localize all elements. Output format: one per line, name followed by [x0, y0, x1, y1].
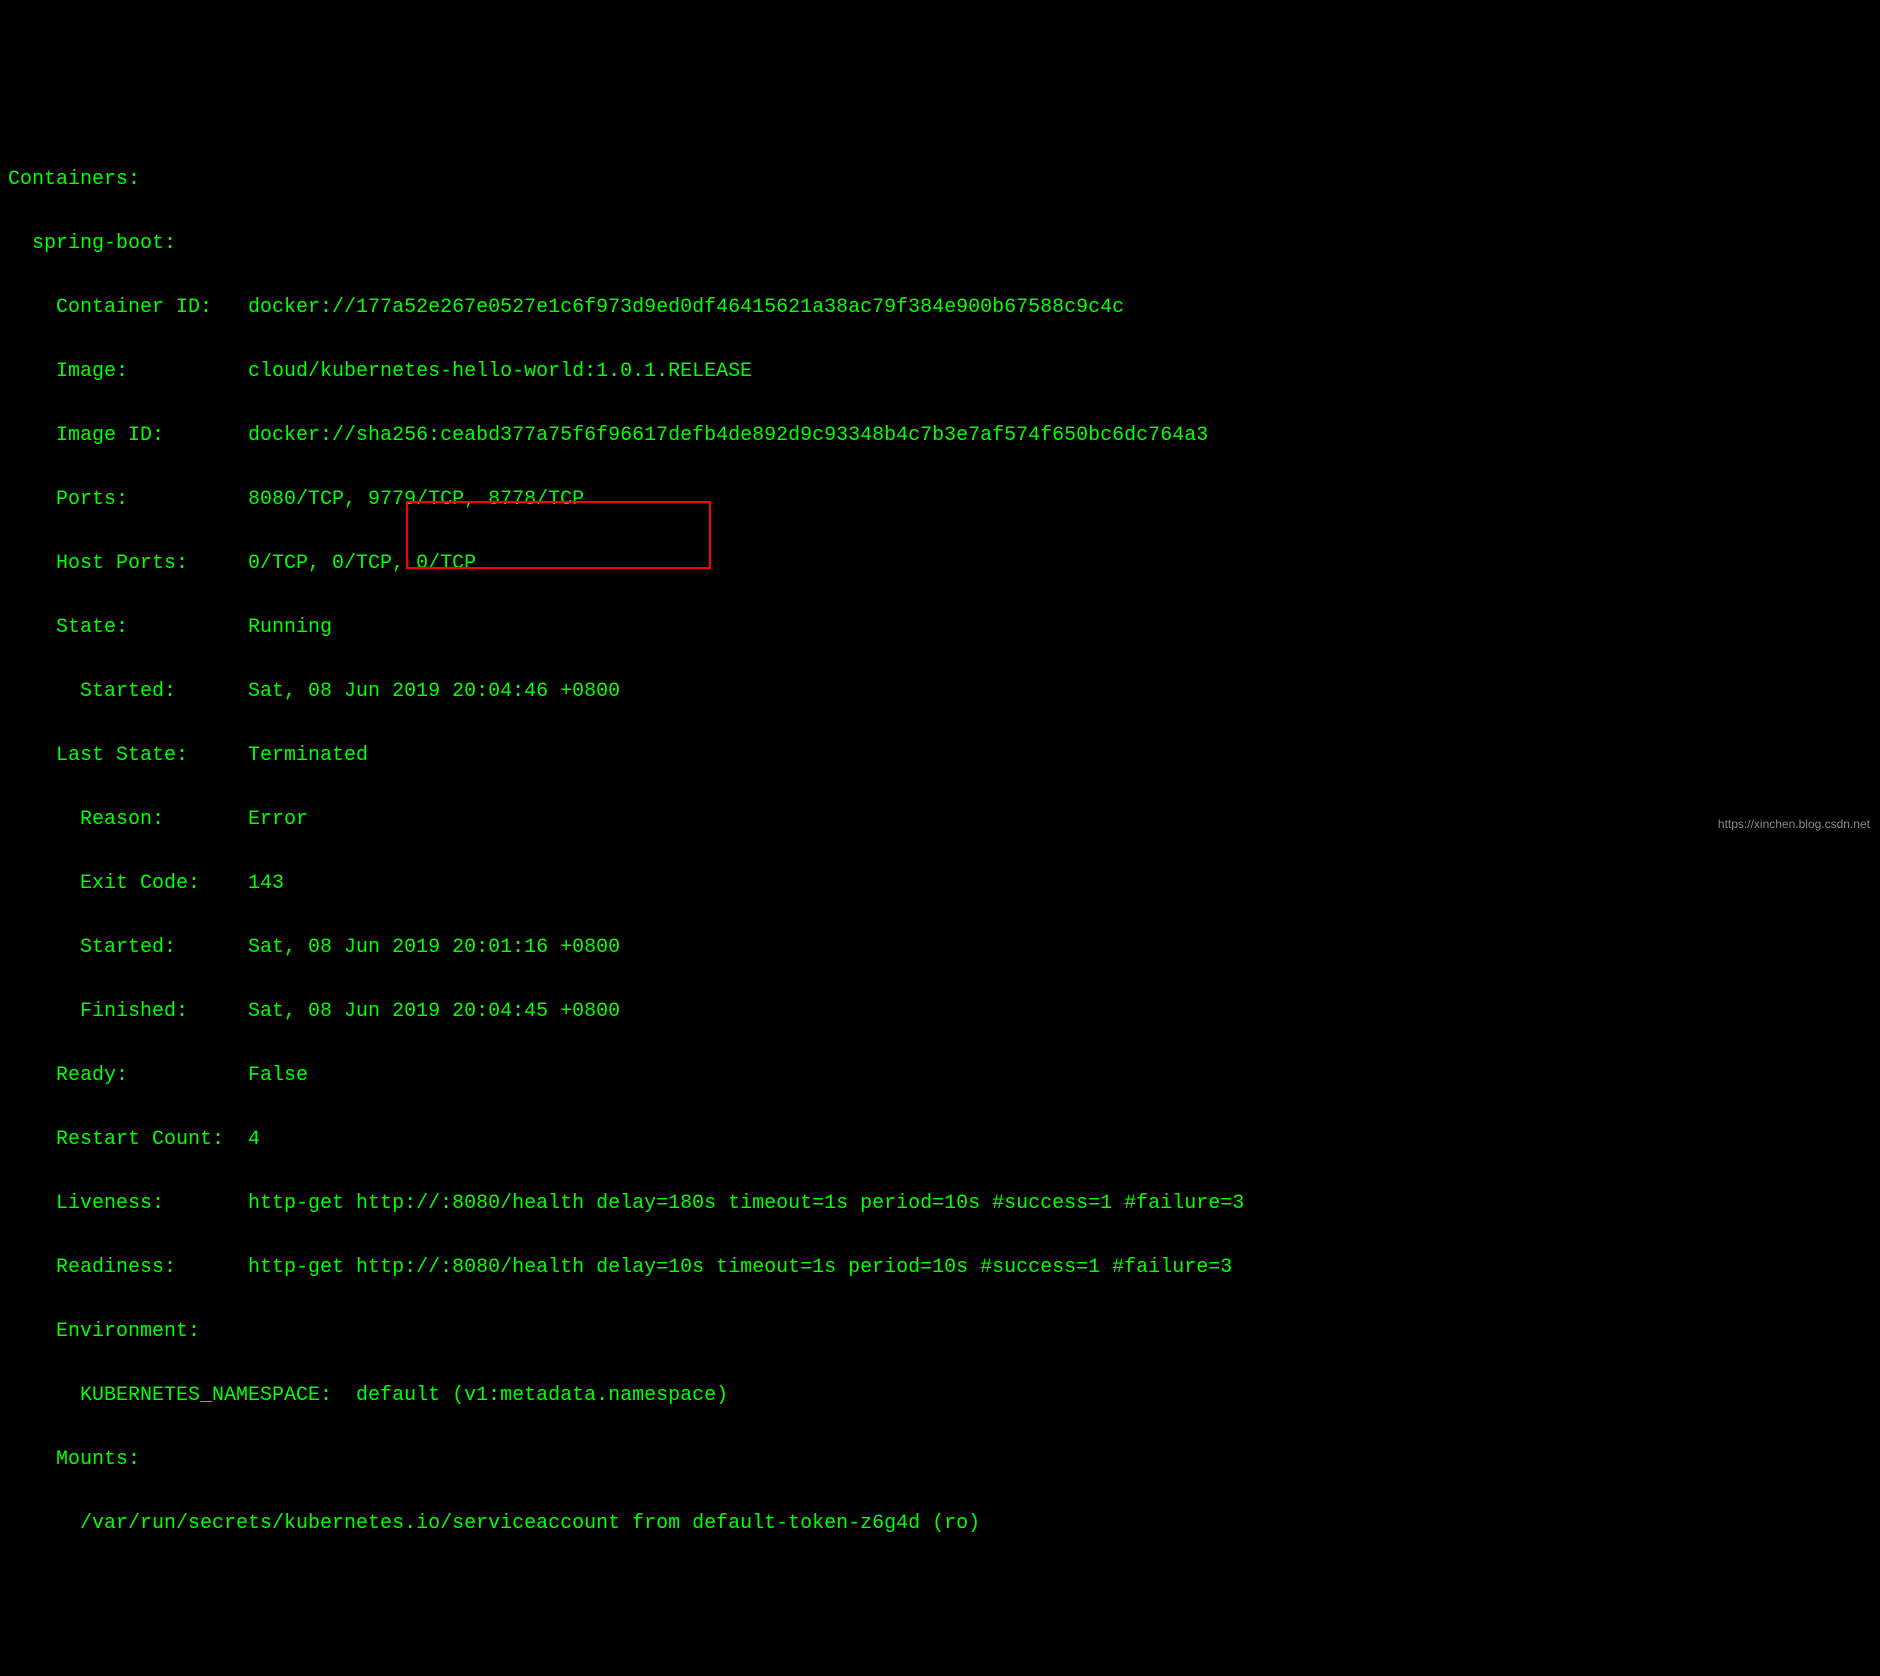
line-finished: Finished: Sat, 08 Jun 2019 20:04:45 +080… [8, 996, 1872, 1028]
line-mount-path: /var/run/secrets/kubernetes.io/serviceac… [8, 1508, 1872, 1540]
watermark: https://xinchen.blog.csdn.net [1718, 815, 1870, 834]
line-last-started: Started: Sat, 08 Jun 2019 20:01:16 +0800 [8, 932, 1872, 964]
line-host-ports: Host Ports: 0/TCP, 0/TCP, 0/TCP [8, 548, 1872, 580]
line-ready: Ready: False [8, 1060, 1872, 1092]
line-ports: Ports: 8080/TCP, 9779/TCP, 8778/TCP [8, 484, 1872, 516]
line-restart-count: Restart Count: 4 [8, 1124, 1872, 1156]
line-image: Image: cloud/kubernetes-hello-world:1.0.… [8, 356, 1872, 388]
line-containers: Containers: [8, 164, 1872, 196]
line-environment: Environment: [8, 1316, 1872, 1348]
line-mounts: Mounts: [8, 1444, 1872, 1476]
line-exit-code: Exit Code: 143 [8, 868, 1872, 900]
line-image-id: Image ID: docker://sha256:ceabd377a75f6f… [8, 420, 1872, 452]
line-env-namespace: KUBERNETES_NAMESPACE: default (v1:metada… [8, 1380, 1872, 1412]
line-container-name: spring-boot: [8, 228, 1872, 260]
line-container-id: Container ID: docker://177a52e267e0527e1… [8, 292, 1872, 324]
line-last-state: Last State: Terminated [8, 740, 1872, 772]
terminal-output: Containers: spring-boot: Container ID: d… [8, 132, 1872, 1572]
line-state-started: Started: Sat, 08 Jun 2019 20:04:46 +0800 [8, 676, 1872, 708]
line-readiness: Readiness: http-get http://:8080/health … [8, 1252, 1872, 1284]
line-state: State: Running [8, 612, 1872, 644]
line-liveness: Liveness: http-get http://:8080/health d… [8, 1188, 1872, 1220]
line-reason: Reason: Error [8, 804, 1872, 836]
